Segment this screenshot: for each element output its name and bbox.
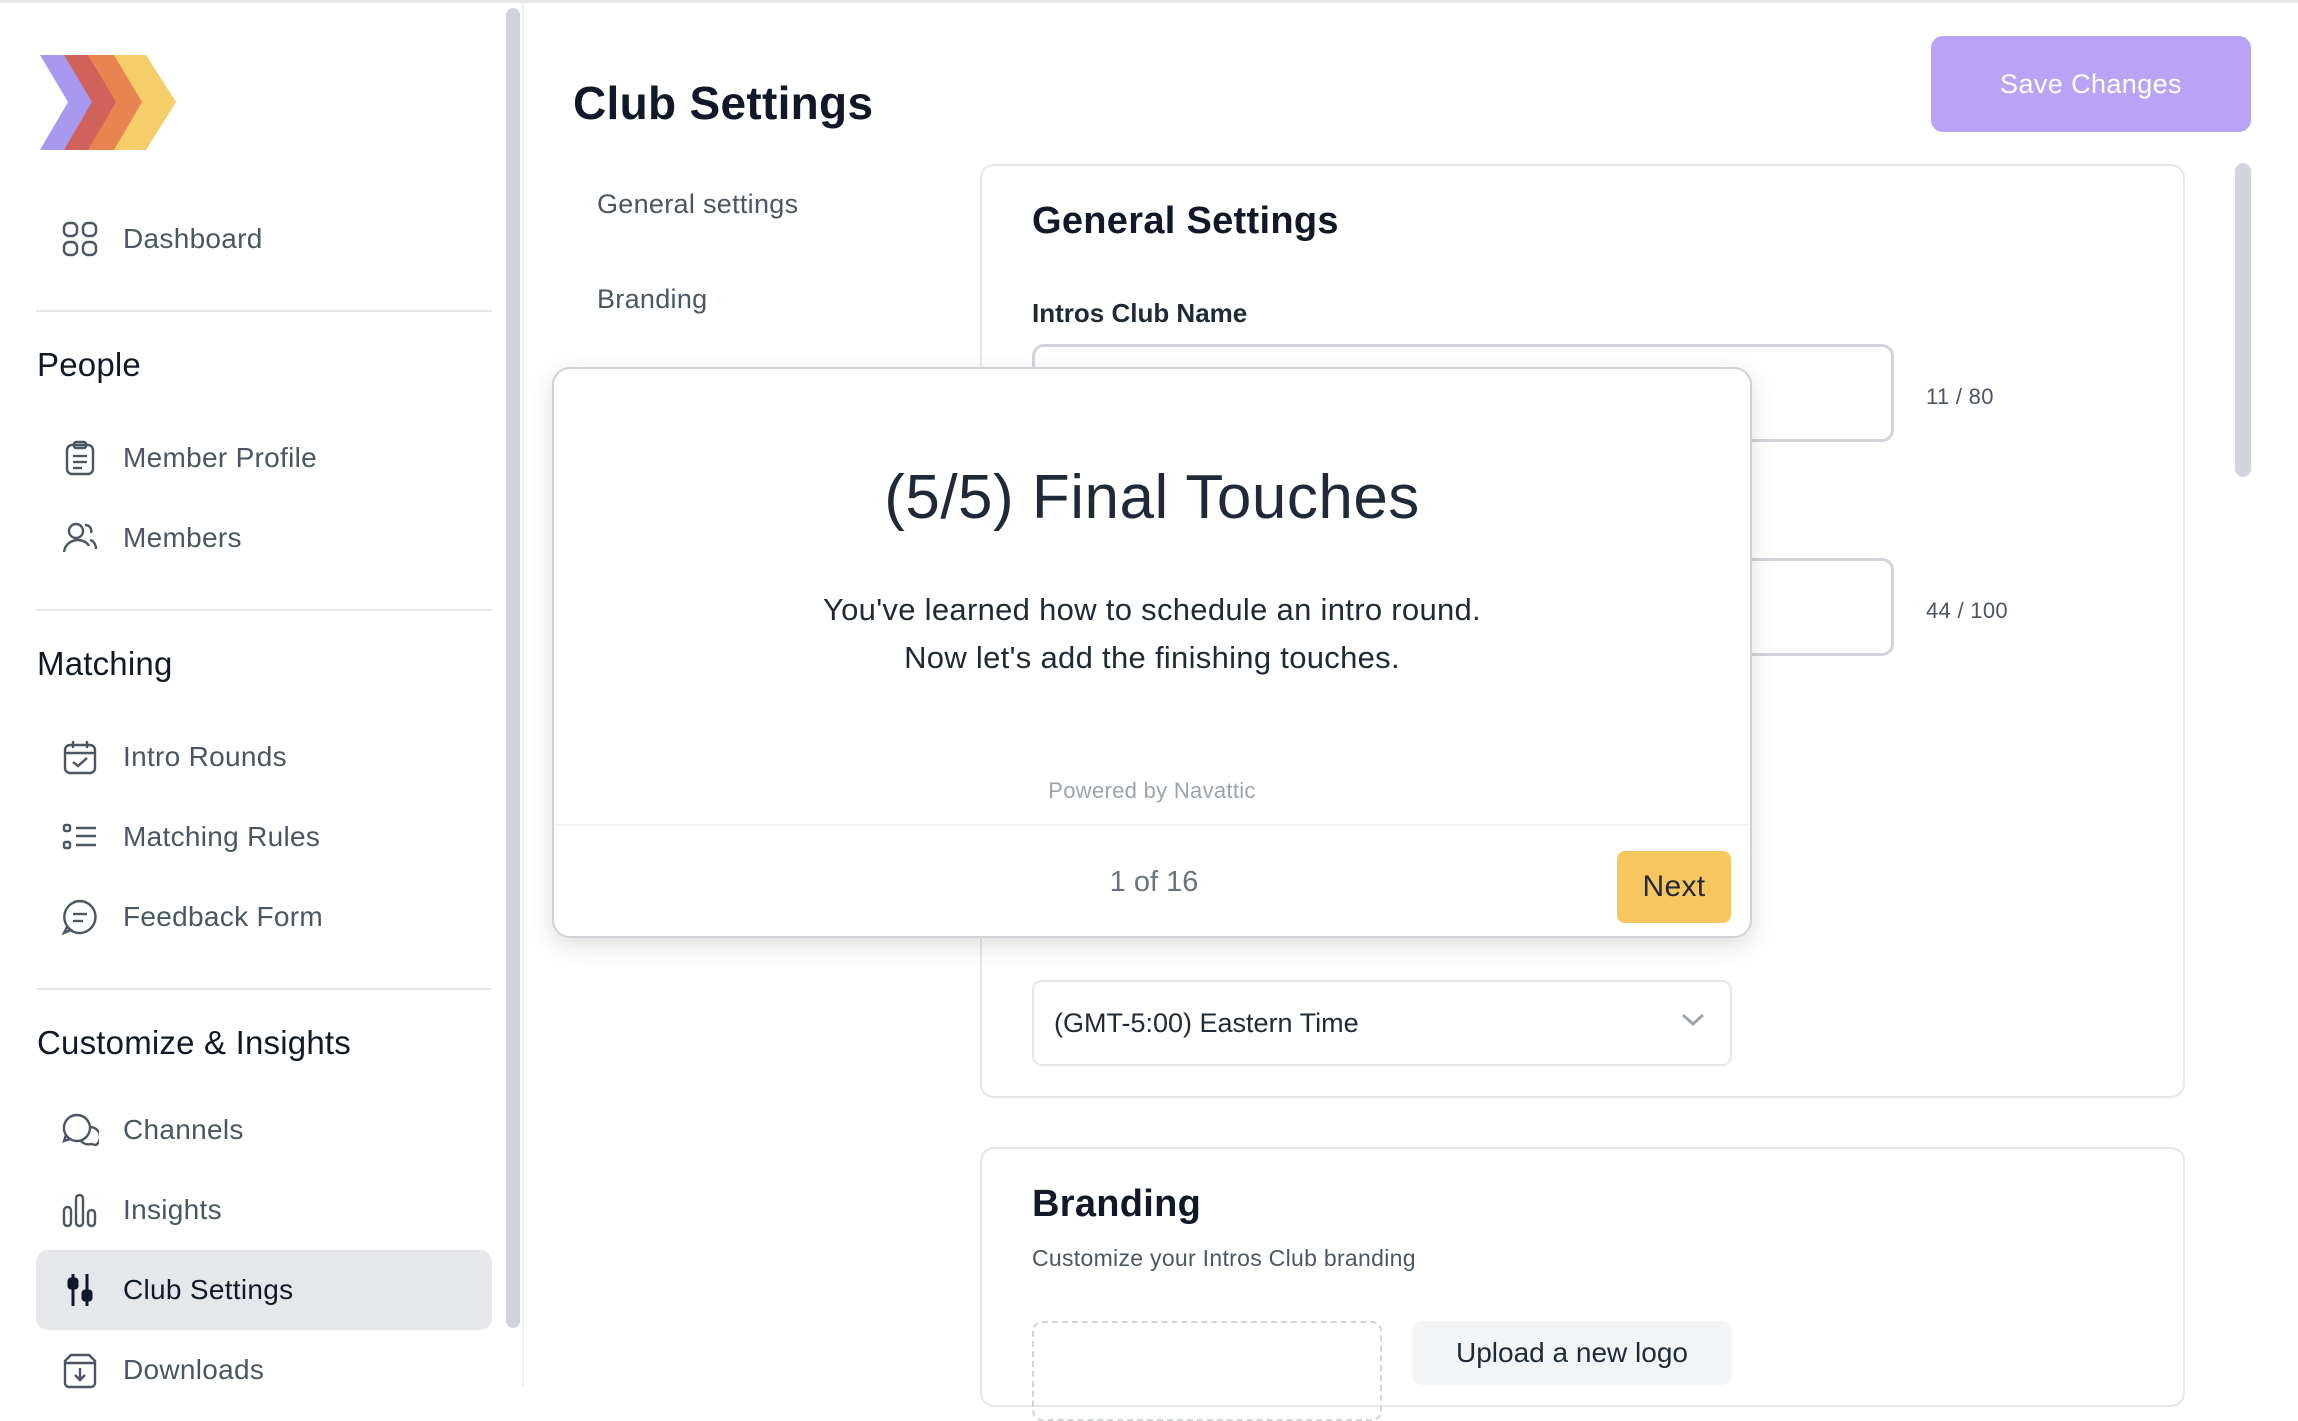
sidebar-item-downloads[interactable]: Downloads xyxy=(36,1330,492,1410)
calendar-check-icon xyxy=(60,737,100,777)
page-title: Club Settings xyxy=(573,77,874,129)
sidebar-scrollbar[interactable] xyxy=(506,8,520,1328)
sidebar-item-club-settings[interactable]: Club Settings xyxy=(36,1250,492,1330)
next-button[interactable]: Next xyxy=(1617,851,1731,923)
download-tray-icon xyxy=(60,1350,100,1390)
sidebar-item-label: Dashboard xyxy=(123,223,263,254)
description-counter: 44 / 100 xyxy=(1926,598,2008,623)
upload-logo-button[interactable]: Upload a new logo xyxy=(1412,1321,1732,1385)
timezone-value: (GMT-5:00) Eastern Time xyxy=(1054,1007,1359,1038)
modal-text-line-2: Now let's add the finishing touches. xyxy=(904,640,1400,675)
powered-by-link[interactable]: Powered by Navattic xyxy=(554,778,1750,804)
sidebar-item-channels[interactable]: Channels xyxy=(36,1090,492,1170)
subnav-general-settings[interactable]: General settings xyxy=(597,189,798,220)
sidebar-item-label: Member Profile xyxy=(123,442,318,473)
subnav-branding[interactable]: Branding xyxy=(597,284,707,315)
sidebar-item-label: Matching Rules xyxy=(123,821,321,852)
modal-divider xyxy=(554,824,1750,826)
sliders-icon xyxy=(60,1270,100,1310)
divider xyxy=(36,609,492,611)
sidebar-item-members[interactable]: Members xyxy=(36,498,492,578)
clipboard-icon xyxy=(60,438,100,478)
section-title-matching: Matching xyxy=(37,645,173,682)
sidebar: Dashboard People Member Profile Members … xyxy=(0,3,505,1389)
sidebar-item-dashboard[interactable]: Dashboard xyxy=(36,199,492,279)
divider xyxy=(36,988,492,990)
sidebar-item-member-profile[interactable]: Member Profile xyxy=(36,418,492,498)
step-counter: 1 of 16 xyxy=(1109,866,1199,898)
sidebar-item-label: Insights xyxy=(123,1194,222,1225)
branding-card: Branding Customize your Intros Club bran… xyxy=(980,1147,2185,1421)
sidebar-item-insights[interactable]: Insights xyxy=(36,1170,492,1250)
sidebar-item-feedback-form[interactable]: Feedback Form xyxy=(36,877,492,957)
message-icon xyxy=(60,897,100,937)
card-title: General Settings xyxy=(1032,200,1339,242)
sidebar-item-matching-rules[interactable]: Matching Rules xyxy=(36,797,492,877)
branding-subtitle: Customize your Intros Club branding xyxy=(1032,1245,1416,1271)
list-icon xyxy=(60,817,100,857)
users-icon xyxy=(60,518,100,558)
tour-modal: (5/5) Final Touches You've learned how t… xyxy=(552,367,1752,938)
sidebar-item-label: Feedback Form xyxy=(123,901,323,932)
section-title-people: People xyxy=(37,346,141,383)
chevron-down-icon xyxy=(1681,1013,1705,1027)
club-name-counter: 11 / 80 xyxy=(1926,384,1994,409)
sidebar-item-label: Channels xyxy=(123,1114,244,1145)
sidebar-border xyxy=(522,3,524,1386)
logo-preview-box xyxy=(1032,1321,1382,1421)
grid-icon xyxy=(60,219,100,259)
divider xyxy=(36,310,492,312)
section-title-customize: Customize & Insights xyxy=(37,1024,351,1061)
bar-chart-icon xyxy=(60,1190,100,1230)
timezone-select[interactable]: (GMT-5:00) Eastern Time xyxy=(1032,980,1732,1066)
sidebar-item-label: Club Settings xyxy=(123,1274,294,1305)
main-scrollbar[interactable] xyxy=(2235,163,2251,477)
sidebar-item-label: Intro Rounds xyxy=(123,741,287,772)
sidebar-item-intro-rounds[interactable]: Intro Rounds xyxy=(36,717,492,797)
sidebar-item-label: Downloads xyxy=(123,1354,265,1385)
club-name-label: Intros Club Name xyxy=(1032,298,1248,328)
modal-title: (5/5) Final Touches xyxy=(884,463,1420,532)
intros-logo xyxy=(40,55,176,150)
sidebar-item-label: Members xyxy=(123,522,242,553)
chat-bubbles-icon xyxy=(60,1110,100,1150)
modal-text-line-1: You've learned how to schedule an intro … xyxy=(823,592,1481,627)
card-title: Branding xyxy=(1032,1183,1202,1225)
save-changes-button[interactable]: Save Changes xyxy=(1931,36,2251,132)
